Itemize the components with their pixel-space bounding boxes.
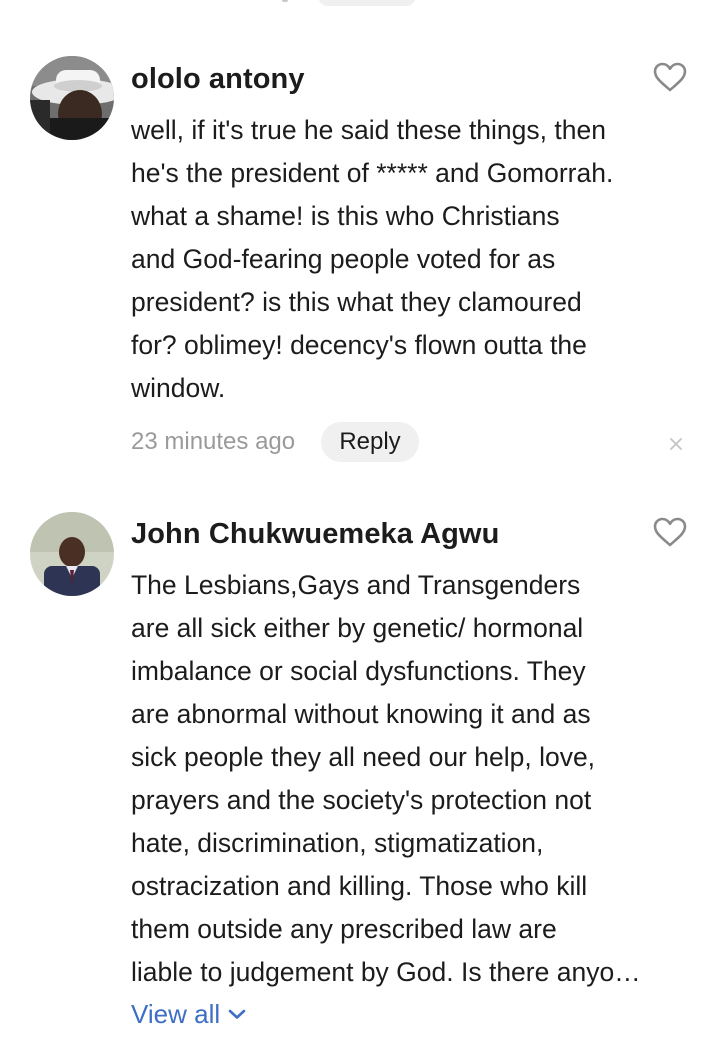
comment-text: well, if it's true he said these things,… <box>131 109 706 410</box>
comment-line: are all sick either by genetic/ hormonal <box>131 613 584 643</box>
heart-outline-icon <box>653 517 687 547</box>
previous-reply-button-remnant[interactable] <box>318 0 416 6</box>
comment-line: window. <box>131 373 226 403</box>
avatar[interactable] <box>30 512 114 596</box>
comment-line: imbalance or social dysfunctions. They <box>131 656 586 686</box>
comment-line: well, if it's true he said these things,… <box>131 115 606 145</box>
comment-line: are abnormal without knowing it and as <box>131 699 591 729</box>
user-avatar-icon <box>30 512 114 596</box>
comment-author[interactable]: John Chukwuemeka Agwu <box>131 518 499 551</box>
view-all-button[interactable]: View all <box>131 999 246 1030</box>
comment-line: prayers and the society's protection not <box>131 785 592 815</box>
view-all-label: View all <box>131 999 221 1029</box>
previous-comment-time-remnant <box>282 0 288 2</box>
comment-line: for? oblimey! decency's flown outta the <box>131 330 587 360</box>
comment-line: ostracization and killing. Those who kil… <box>131 871 588 901</box>
comment-line: and God-fearing people voted for as <box>131 244 556 274</box>
heart-outline-icon <box>653 62 687 92</box>
comment-timestamp: 23 minutes ago <box>131 428 296 455</box>
comment-line: president? is this what they clamoured <box>131 287 582 317</box>
close-icon <box>670 438 682 450</box>
comment-line: liable to judgement by God. Is there any… <box>131 957 641 987</box>
chevron-down-icon <box>228 1009 246 1019</box>
avatar[interactable] <box>30 56 114 140</box>
reply-button[interactable]: Reply <box>321 422 419 462</box>
comment-line: what a shame! is this who Christians <box>131 201 560 231</box>
comment-line: them outside any prescribed law are <box>131 914 557 944</box>
like-button[interactable] <box>652 516 688 548</box>
like-button[interactable] <box>652 61 688 93</box>
comment-text: The Lesbians,Gays and Transgenders are a… <box>131 564 706 994</box>
comment-author[interactable]: ololo antony <box>131 63 305 96</box>
comment-line: sick people they all need our help, love… <box>131 742 596 772</box>
user-avatar-icon <box>30 56 114 140</box>
comment-line: he's the president of ***** and Gomorrah… <box>131 158 614 188</box>
dismiss-button[interactable] <box>666 434 686 454</box>
comment-line: hate, discrimination, stigmatization, <box>131 828 544 858</box>
comment-line: The Lesbians,Gays and Transgenders <box>131 570 581 600</box>
